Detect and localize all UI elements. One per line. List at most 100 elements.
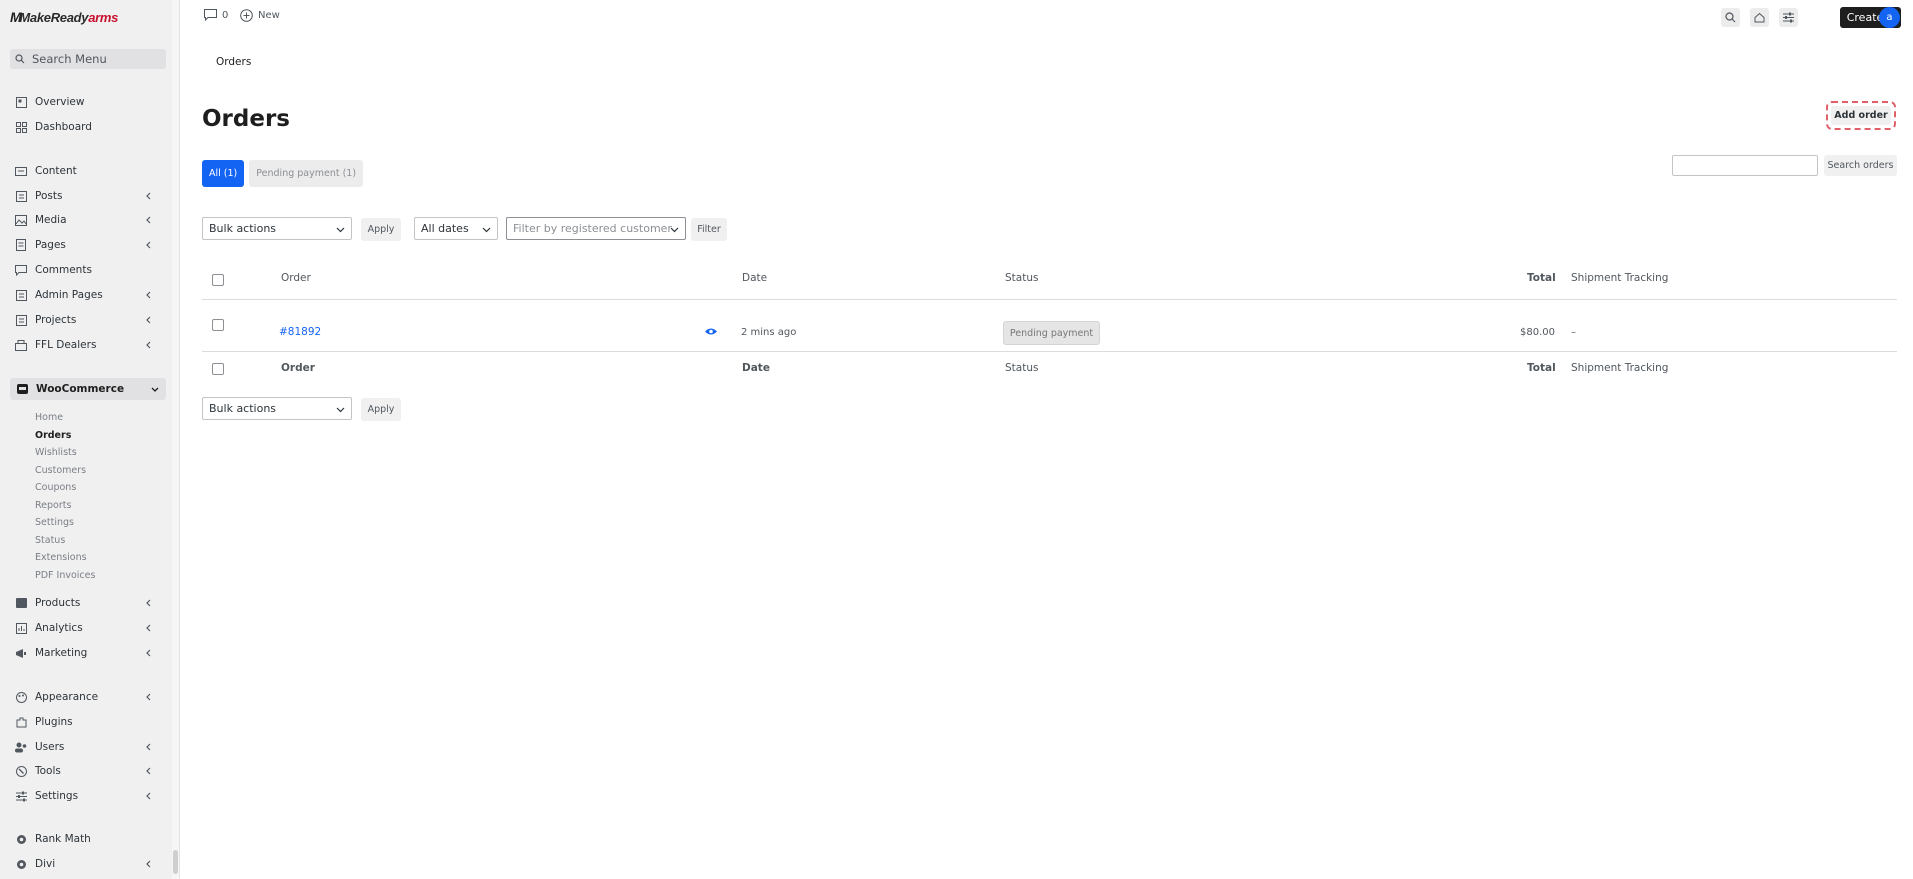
dates-select[interactable]: All dates	[414, 217, 498, 240]
sidebar-item-label: FFL Dealers	[35, 339, 97, 351]
row-checkbox[interactable]	[212, 319, 224, 331]
apply-bulk-button[interactable]: Apply	[361, 218, 401, 241]
view-all[interactable]: All (1)	[202, 160, 245, 187]
woo-sub-pdf-invoices[interactable]: PDF Invoices	[35, 567, 95, 583]
sidebar-item-label: Comments	[35, 264, 92, 276]
sidebar-item-ffl-dealers[interactable]: FFL Dealers	[0, 334, 172, 356]
woo-sub-coupons[interactable]: Coupons	[35, 479, 76, 495]
sidebar-item-products[interactable]: Products	[0, 592, 172, 614]
chevron-left-icon	[146, 743, 151, 751]
search-orders-input[interactable]	[1672, 155, 1818, 176]
sidebar-item-dashboard[interactable]: Dashboard	[0, 116, 172, 138]
sidebar-item-tools[interactable]: Tools	[0, 760, 172, 782]
row-divider	[202, 351, 1897, 352]
col-date[interactable]: Date	[742, 272, 767, 284]
sidebar-item-analytics[interactable]: Analytics	[0, 617, 172, 639]
comments-counter[interactable]: 0	[204, 9, 228, 21]
col-shipment-tracking: Shipment Tracking	[1571, 272, 1669, 284]
analytics-icon	[15, 622, 27, 634]
woo-sub-status[interactable]: Status	[35, 532, 65, 548]
bulk-actions-select[interactable]: Bulk actions	[202, 217, 352, 240]
sidebar-item-label: Divi	[35, 858, 56, 870]
sidebar-item-plugins[interactable]: Plugins	[0, 711, 172, 733]
logo-main: MakeReady	[19, 9, 89, 25]
sidebar-scroll-thumb[interactable]	[173, 850, 178, 874]
search-menu-placeholder: Search Menu	[32, 52, 107, 66]
sidebar-item-overview[interactable]: Overview	[0, 91, 172, 113]
projects-icon	[15, 314, 27, 326]
topbar-home-button[interactable]	[1750, 8, 1769, 27]
select-all-checkbox[interactable]	[212, 274, 224, 286]
filter-button[interactable]: Filter	[691, 218, 727, 241]
order-date: 2 mins ago	[741, 327, 797, 338]
sidebar-item-media[interactable]: Media	[0, 209, 172, 231]
sidebar-item-label: Marketing	[35, 647, 88, 659]
apply-bulk-button-bottom[interactable]: Apply	[361, 398, 401, 421]
sidebar-item-admin-pages[interactable]: Admin Pages	[0, 284, 172, 306]
posts-icon	[15, 190, 27, 202]
col-total[interactable]: Total	[1527, 272, 1556, 284]
select-all-checkbox-footer[interactable]	[212, 363, 224, 375]
sidebar-item-settings[interactable]: Settings	[0, 785, 172, 807]
sidebar-item-label: Dashboard	[35, 121, 92, 133]
woo-sub-extensions[interactable]: Extensions	[35, 549, 87, 565]
chevron-left-icon	[146, 216, 151, 224]
col-date-footer[interactable]: Date	[742, 362, 770, 374]
sidebar-item-divi[interactable]: Divi	[0, 853, 172, 875]
chevron-left-icon	[146, 316, 151, 324]
sidebar-item-label: WooCommerce	[36, 383, 125, 395]
order-link[interactable]: #81892	[279, 326, 321, 338]
settings-icon	[15, 790, 27, 802]
search-menu-field[interactable]: Search Menu	[10, 49, 166, 69]
appearance-icon	[15, 691, 27, 703]
chevron-down-icon	[670, 227, 679, 233]
sidebar-item-rank-math[interactable]: Rank Math	[0, 828, 172, 850]
media-icon	[15, 214, 27, 226]
sidebar-item-comments[interactable]: Comments	[0, 259, 172, 281]
order-tracking: –	[1571, 327, 1576, 338]
add-order-button[interactable]: Add order	[1831, 106, 1891, 125]
topbar-options-button[interactable]	[1779, 8, 1798, 27]
chevron-left-icon	[146, 792, 151, 800]
new-content-button[interactable]: New	[240, 9, 280, 22]
search-orders-button[interactable]: Search orders	[1824, 155, 1897, 176]
breadcrumb: Orders	[216, 56, 252, 68]
sidebar-item-marketing[interactable]: Marketing	[0, 642, 172, 664]
plus-circle-icon	[240, 9, 253, 22]
woo-sub-wishlists[interactable]: Wishlists	[35, 444, 77, 460]
header-divider	[202, 299, 1897, 300]
sidebar-item-label: Admin Pages	[35, 289, 103, 301]
bulk-actions-value: Bulk actions	[209, 402, 277, 415]
sidebar-item-appearance[interactable]: Appearance	[0, 686, 172, 708]
customer-filter-select[interactable]: Filter by registered customer	[506, 217, 686, 240]
comments-count: 0	[222, 9, 229, 21]
col-order[interactable]: Order	[281, 272, 311, 284]
woo-sub-customers[interactable]: Customers	[35, 462, 86, 478]
col-status-footer: Status	[1005, 362, 1039, 374]
user-avatar[interactable]: a	[1879, 7, 1900, 28]
woo-sub-reports[interactable]: Reports	[35, 497, 71, 513]
add-order-highlight: Add order	[1826, 101, 1896, 130]
plugins-icon	[15, 716, 27, 728]
sidebar-item-users[interactable]: Users	[0, 736, 172, 758]
col-order-footer[interactable]: Order	[281, 362, 315, 374]
sidebar-item-content[interactable]: Content	[0, 160, 172, 182]
sidebar-item-pages[interactable]: Pages	[0, 234, 172, 256]
col-total-footer[interactable]: Total	[1527, 362, 1556, 374]
order-total: $80.00	[1520, 327, 1555, 338]
sidebar-scrollbar[interactable]	[172, 0, 179, 879]
woo-sub-settings[interactable]: Settings	[35, 514, 74, 530]
sidebar-item-label: Overview	[35, 96, 85, 108]
woo-sub-orders[interactable]: Orders	[35, 427, 71, 443]
preview-eye-icon[interactable]	[704, 327, 718, 336]
bulk-actions-select-bottom[interactable]: Bulk actions	[202, 397, 352, 420]
sidebar-item-posts[interactable]: Posts	[0, 185, 172, 207]
sidebar-item-projects[interactable]: Projects	[0, 309, 172, 331]
chevron-left-icon	[146, 693, 151, 701]
sidebar-item-woocommerce[interactable]: WooCommerce	[10, 378, 166, 400]
topbar-search-button[interactable]	[1721, 8, 1740, 27]
site-logo[interactable]: M MakeReady arms	[10, 8, 118, 26]
woo-sub-home[interactable]: Home	[35, 409, 63, 425]
chevron-left-icon	[146, 624, 151, 632]
view-pending-payment[interactable]: Pending payment (1)	[249, 160, 364, 187]
